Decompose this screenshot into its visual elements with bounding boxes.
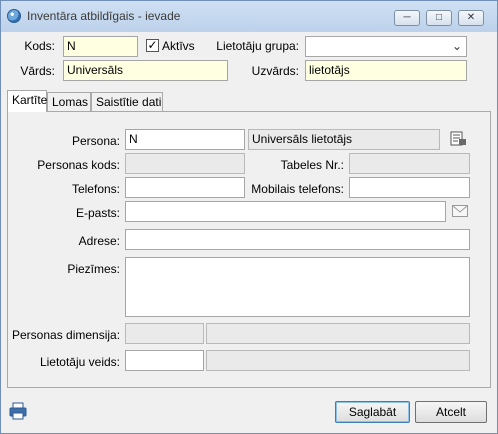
close-button[interactable]: ✕: [458, 10, 484, 26]
epasts-label: E-pasts:: [75, 206, 120, 220]
tab-panel-kartite: Persona: N Universāls lietotājs Personas…: [7, 111, 491, 388]
save-button[interactable]: Saglabāt: [335, 401, 410, 423]
dimensija-label: Personas dimensija:: [12, 328, 121, 342]
dimensija-code-field: [125, 323, 204, 344]
kods-label: Kods:: [24, 39, 55, 53]
persona-label: Persona:: [71, 134, 120, 148]
maximize-icon: □: [435, 12, 443, 23]
maximize-button[interactable]: □: [426, 10, 452, 26]
veids-name-field: [206, 350, 470, 371]
window-title: Inventāra atbildīgais - ievade: [27, 9, 181, 23]
persona-name-field: Universāls lietotājs: [248, 129, 440, 150]
epasts-input[interactable]: [125, 201, 446, 222]
dimensija-name-field: [206, 323, 470, 344]
piezimes-textarea[interactable]: [125, 257, 470, 317]
uzvards-input[interactable]: lietotājs: [305, 60, 467, 81]
tabeles-field: [349, 153, 470, 174]
telefons-label: Telefons:: [71, 182, 120, 196]
tab-saistitie-dati[interactable]: Saistītie dati: [91, 92, 163, 112]
vards-label: Vārds:: [20, 64, 55, 78]
mobilais-label: Mobilais telefons:: [251, 182, 344, 196]
tabeles-label: Tabeles Nr.:: [280, 158, 344, 172]
close-icon: ✕: [466, 12, 476, 23]
cancel-button[interactable]: Atcelt: [415, 401, 487, 423]
envelope-icon[interactable]: [452, 205, 468, 220]
persona-code-input[interactable]: N: [125, 129, 245, 150]
piezimes-label: Piezīmes:: [67, 262, 120, 276]
kods-input[interactable]: N: [63, 36, 138, 57]
personas-kods-field: [125, 153, 245, 174]
globe-icon: [7, 9, 21, 23]
tab-kartite[interactable]: Kartīte: [7, 90, 47, 112]
grupa-select[interactable]: ⌄: [305, 36, 467, 57]
aktivs-label: Aktīvs: [162, 39, 195, 53]
mobilais-input[interactable]: [349, 177, 470, 198]
document-lookup-icon[interactable]: [450, 131, 468, 150]
chevron-down-icon: ⌄: [451, 39, 462, 53]
title-bar[interactable]: Inventāra atbildīgais - ievade ─ □ ✕: [1, 1, 497, 32]
adrese-input[interactable]: [125, 229, 470, 250]
aktivs-checkbox[interactable]: ✓: [146, 39, 159, 52]
uzvards-label: Uzvārds:: [251, 64, 299, 78]
minimize-button[interactable]: ─: [394, 10, 420, 26]
dialog-window: Inventāra atbildīgais - ievade ─ □ ✕ Kod…: [0, 0, 498, 434]
personas-kods-label: Personas kods:: [37, 158, 120, 172]
minimize-icon: ─: [403, 12, 411, 23]
adrese-label: Adrese:: [78, 234, 120, 248]
vards-input[interactable]: Universāls: [63, 60, 228, 81]
printer-icon[interactable]: [9, 402, 27, 423]
veids-code-input[interactable]: [125, 350, 204, 371]
tab-lomas[interactable]: Lomas: [47, 92, 91, 112]
veids-label: Lietotāju veids:: [39, 355, 120, 369]
grupa-label: Lietotāju grupa:: [216, 39, 299, 53]
telefons-input[interactable]: [125, 177, 245, 198]
